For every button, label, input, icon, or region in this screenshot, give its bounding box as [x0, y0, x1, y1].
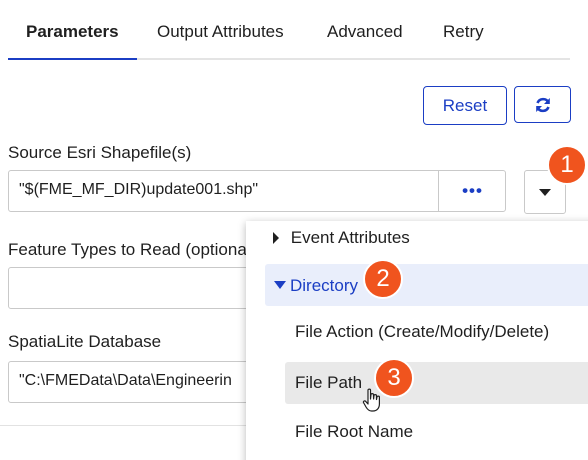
menu-item-label: File Action (Create/Modify/Delete) — [295, 322, 550, 341]
reset-button-label: Reset — [442, 95, 488, 115]
browse-button[interactable]: ••• — [438, 171, 505, 211]
menu-item-label: Event Attributes — [290, 228, 410, 247]
caret-right-icon — [273, 232, 279, 244]
menu-item-file-root-name[interactable]: File Root Name — [295, 422, 413, 442]
menu-item-label: Directory — [290, 276, 359, 295]
hand-pointer-icon — [362, 388, 380, 412]
tab-bar: Parameters Output Attributes Advanced Re… — [8, 0, 570, 60]
feature-types-input[interactable] — [8, 267, 268, 309]
section-divider — [0, 425, 246, 426]
menu-item-file-path[interactable]: File Path — [285, 362, 588, 404]
active-tab-indicator — [8, 58, 137, 60]
menu-item-event-attributes[interactable]: Event Attributes — [272, 228, 410, 248]
attribute-dropdown-menu: Event Attributes Directory File Action (… — [246, 221, 588, 460]
tab-retry[interactable]: Retry — [443, 22, 484, 42]
menu-item-label: File Path — [295, 373, 363, 392]
source-shapefile-value: "$(FME_MF_DIR)update001.shp" — [19, 181, 259, 198]
feature-types-label: Feature Types to Read (optiona — [8, 240, 247, 259]
refresh-button[interactable] — [514, 86, 571, 123]
step-badge-2: 2 — [363, 259, 403, 299]
caret-down-icon — [539, 189, 551, 196]
spatialite-database-label: SpatiaLite Database — [8, 332, 162, 351]
caret-down-icon — [274, 281, 286, 289]
tab-output-attributes[interactable]: Output Attributes — [157, 22, 284, 42]
more-dots-icon: ••• — [462, 181, 483, 200]
spatialite-database-input[interactable]: "C:\FMEData\Data\Engineerin — [8, 361, 268, 403]
source-shapefile-label: Source Esri Shapefile(s) — [8, 143, 192, 162]
reset-button[interactable]: Reset — [423, 86, 507, 125]
tab-parameters[interactable]: Parameters — [26, 22, 119, 42]
menu-item-file-action[interactable]: File Action (Create/Modify/Delete) — [295, 322, 549, 342]
menu-item-directory[interactable]: Directory — [265, 264, 588, 306]
refresh-icon — [535, 97, 550, 112]
spatialite-database-value: "C:\FMEData\Data\Engineerin — [19, 372, 232, 389]
menu-item-label: File Root Name — [295, 422, 414, 441]
tab-advanced[interactable]: Advanced — [327, 22, 403, 42]
source-shapefile-input[interactable]: "$(FME_MF_DIR)update001.shp" ••• — [8, 170, 506, 212]
step-badge-1: 1 — [547, 145, 587, 185]
